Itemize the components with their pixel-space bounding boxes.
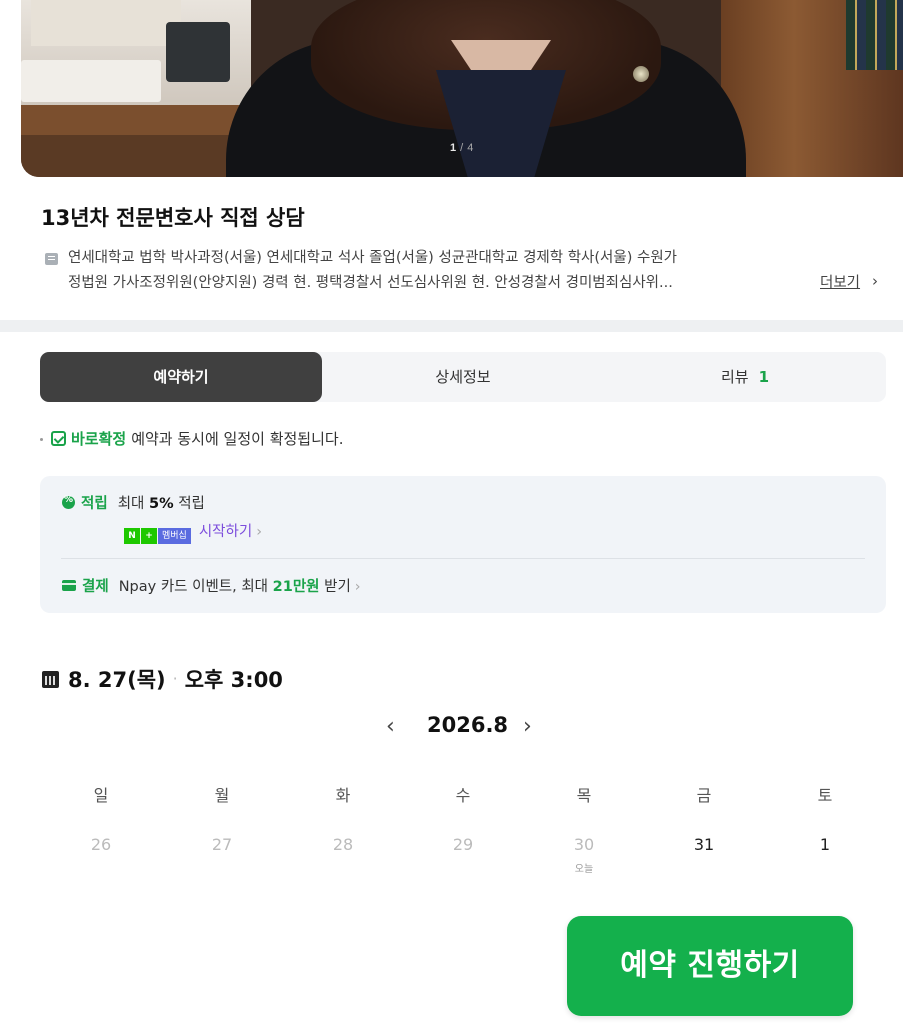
membership-start-link[interactable]: 시작하기 <box>199 524 252 540</box>
tab-reviews[interactable]: 리뷰 1 <box>604 352 886 402</box>
reward-suffix: 적립 <box>173 496 205 512</box>
photo-desk-front <box>21 135 261 177</box>
photo-desk-papers <box>21 60 161 102</box>
payment-event-row[interactable]: 결제 Npay 카드 이벤트, 최대 21만원 받기 › <box>62 575 361 596</box>
chevron-right-icon: › <box>354 579 361 595</box>
photo-books <box>846 0 903 70</box>
more-link[interactable]: 더보기 <box>820 271 860 292</box>
naver-n-logo: N <box>124 528 140 544</box>
card-icon <box>62 580 76 591</box>
weekday-sun: 일 <box>93 786 109 805</box>
bio-text: 연세대학교 법학 박사과정(서울) 연세대학교 석사 졸업(서울) 성균관대학교… <box>68 246 858 296</box>
calendar-icon <box>42 671 59 688</box>
photo-lapel-pin <box>633 66 649 82</box>
section-divider <box>0 320 903 332</box>
tab-bar: 예약하기 상세정보 리뷰 1 <box>40 352 886 402</box>
checkbox-check-icon <box>51 431 66 446</box>
reward-prefix: 최대 <box>117 496 149 512</box>
membership-row[interactable]: N + 멤버십 시작하기 › <box>124 520 262 544</box>
weekday-sat: 토 <box>817 786 833 805</box>
bio-line-2: 정법원 가사조정위원(안양지원) 경력 현. 평택경찰서 선도심사위원 현. 안… <box>68 275 673 291</box>
proceed-reservation-button[interactable]: 예약 진행하기 <box>567 916 853 1016</box>
membership-badge-text: 멤버십 <box>158 528 191 544</box>
document-icon <box>45 253 58 265</box>
today-label: 오늘 <box>574 864 594 875</box>
calendar-day[interactable]: 31 <box>674 835 734 854</box>
selected-datetime: 8. 27(목) · 오후 3:00 <box>42 664 283 694</box>
separator-dot: · <box>172 669 178 688</box>
photo-desk <box>21 105 261 135</box>
calendar-day[interactable]: 1 <box>795 835 855 854</box>
photo-counter-current: 1 <box>450 142 457 154</box>
payment-suffix: 받기 <box>319 579 351 595</box>
chevron-right-icon[interactable]: › <box>872 272 878 290</box>
payment-value: 21만원 <box>272 579 320 595</box>
payment-label: 결제 <box>82 579 109 595</box>
instant-confirm-label: 바로확정 <box>71 430 127 448</box>
weekday-thu: 목 <box>576 786 592 805</box>
reward-coin-icon <box>62 495 75 509</box>
reward-value: 5% <box>148 496 174 512</box>
prev-month-chevron-icon[interactable]: ‹ <box>386 714 395 739</box>
naver-membership-badge: N + 멤버십 <box>124 528 191 544</box>
selected-date: 8. 27(목) <box>68 668 166 692</box>
page-title: 13년차 전문변호사 직접 상담 <box>41 206 305 230</box>
calendar-month-label: 2026.8 <box>427 713 509 737</box>
photo-pen-holder <box>166 22 230 82</box>
reward-row: 적립 최대 5% 적립 <box>62 492 205 513</box>
instant-confirm-text: 예약과 동시에 일정이 확정됩니다. <box>131 430 344 448</box>
reward-label: 적립 <box>81 496 108 512</box>
weekday-mon: 월 <box>214 786 230 805</box>
photo-counter-total: / 4 <box>456 142 474 154</box>
bio-line-1: 연세대학교 법학 박사과정(서울) 연세대학교 석사 졸업(서울) 성균관대학교… <box>68 250 678 266</box>
calendar-day-today: 30 <box>573 835 595 854</box>
weekday-fri: 금 <box>696 786 712 805</box>
tab-reservation[interactable]: 예약하기 <box>40 352 322 402</box>
tab-details[interactable]: 상세정보 <box>322 352 604 402</box>
next-month-chevron-icon[interactable]: › <box>523 714 532 739</box>
review-count-badge: 1 <box>758 368 770 386</box>
bullet-dot <box>40 438 43 441</box>
weekday-tue: 화 <box>335 786 351 805</box>
calendar-day: 28 <box>332 835 354 854</box>
calendar-day: 29 <box>452 835 474 854</box>
calendar-day: 26 <box>90 835 112 854</box>
instant-confirm-notice: 바로확정 예약과 동시에 일정이 확정됩니다. <box>40 428 343 449</box>
selected-time: 오후 3:00 <box>184 668 283 692</box>
benefit-box: 적립최대 5% 적립 N+멤버십시작하기› 결제Npay 카드 이벤트, 최대 … <box>40 476 886 613</box>
benefit-divider <box>61 558 865 559</box>
calendar-day: 27 <box>211 835 233 854</box>
tab-reviews-label: 리뷰 <box>720 368 749 386</box>
hero-photo[interactable]: 1 / 4 <box>21 0 903 177</box>
chevron-right-icon: › <box>256 524 263 540</box>
photo-shelf-papers <box>31 0 181 46</box>
payment-prefix: Npay 카드 이벤트, 최대 <box>118 579 273 595</box>
weekday-wed: 수 <box>455 786 471 805</box>
photo-counter: 1 / 4 <box>450 142 474 154</box>
plus-icon: + <box>141 528 157 544</box>
